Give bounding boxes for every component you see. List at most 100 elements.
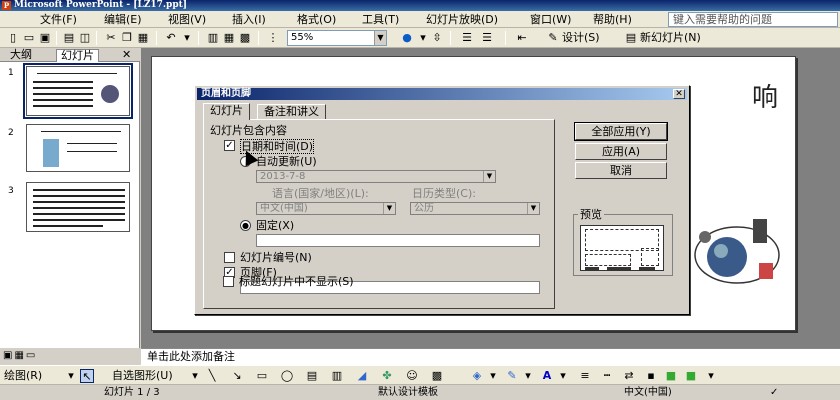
window-title: Microsoft PowerPoint - [LZ17.ppt] [14,0,188,10]
menu-bar: 文件(F) 编辑(E) 视图(V) 插入(I) 格式(O) 工具(T) 幻灯片放… [0,11,840,28]
no-title-slide-label[interactable]: 标题幻灯片中不显示(S) [239,275,354,288]
oval-icon[interactable]: ◯ [280,369,294,383]
help-search-input[interactable]: 键入需要帮助的问题 [668,12,838,27]
design-button[interactable]: 设计(S) [562,31,600,45]
chevron-down-icon: ▼ [483,171,495,182]
wordart-icon[interactable]: ◢ [355,369,369,383]
line-style-icon[interactable]: ≡ [578,369,592,383]
menu-edit[interactable]: 编辑(E) [104,13,142,26]
apply-all-button[interactable]: 全部应用(Y) [574,122,668,141]
slide-thumbnail-1[interactable] [23,63,133,119]
decrease-indent-icon[interactable]: ⇤ [515,31,529,45]
insert-picture-icon[interactable]: ▩ [238,31,252,45]
arrow-icon[interactable]: ↘ [230,369,244,383]
help-dropdown-icon[interactable]: ▾ [416,31,430,45]
menu-help[interactable]: 帮助(H) [593,13,632,26]
fixed-date-input[interactable] [256,234,540,247]
open-icon[interactable]: ▭ [22,31,36,45]
shadow-icon[interactable]: ▪ [644,369,658,383]
save-icon[interactable]: ▣ [38,31,52,45]
print-preview-icon[interactable]: ◫ [78,31,92,45]
language-select: 中文(中国) ▼ [256,202,396,215]
picture-icon[interactable]: ▩ [430,369,444,383]
autoshapes-dropdown-icon[interactable]: ▾ [188,369,202,383]
apply-button[interactable]: 应用(A) [575,143,667,160]
menu-tools[interactable]: 工具(T) [362,13,399,26]
clipart-icon[interactable]: ☺ [405,369,419,383]
slide-sorter-icon[interactable]: ▦ [14,350,25,361]
insert-table-icon[interactable]: ▦ [222,31,236,45]
font-color-icon[interactable]: A [540,369,554,383]
slide-thumbnail-3[interactable] [26,182,130,232]
menu-file[interactable]: 文件(F) [40,13,77,26]
help-icon[interactable]: ● [400,31,414,45]
normal-view-icon[interactable]: ▣ [3,350,14,361]
view-buttons: ▣▦▭ [0,348,141,365]
language-value: 中文(中国) [260,203,308,214]
3d-settings-icon[interactable]: ■ [684,369,698,383]
window-title-bar: P Microsoft PowerPoint - [LZ17.ppt] [0,0,840,11]
zoom-select[interactable]: 55% ▼ [287,30,387,46]
toolbar-overflow-icon[interactable]: ▾ [704,369,718,383]
select-pointer-icon[interactable]: ↖ [80,369,94,383]
cut-icon[interactable]: ✂ [104,31,118,45]
numbering-icon[interactable]: ☰ [460,31,474,45]
vertical-textbox-icon[interactable]: ▥ [330,369,344,383]
menu-view[interactable]: 视图(V) [168,13,206,26]
fixed-radio[interactable]: ● [240,220,251,231]
fill-color-icon[interactable]: ◈ [470,369,484,383]
close-icon[interactable]: ✕ [673,89,685,99]
line-color-dropdown-icon[interactable]: ▾ [521,369,535,383]
panel-tabs: 大纲 幻灯片 ✕ [0,48,140,62]
line-color-icon[interactable]: ✎ [505,369,519,383]
slide-thumbnail-2[interactable] [26,124,130,172]
tab-outline[interactable]: 大纲 [6,49,36,62]
menu-insert[interactable]: 插入(I) [232,13,266,26]
menu-slideshow[interactable]: 幻灯片放映(D) [426,13,498,26]
tab-notes-handouts[interactable]: 备注和讲义 [257,104,326,119]
arrow-style-icon[interactable]: ⇄ [622,369,636,383]
bullets-icon[interactable]: ☰ [480,31,494,45]
no-title-slide-checkbox[interactable] [223,276,234,287]
grid-icon[interactable]: ⋮ [266,31,280,45]
print-icon[interactable]: ▤ [62,31,76,45]
slide-clipart-image [694,219,780,284]
tab-slides[interactable]: 幻灯片 [56,49,99,62]
cancel-button[interactable]: 取消 [575,162,667,179]
paste-icon[interactable]: ▦ [136,31,150,45]
toolbar-options-icon[interactable]: ⇳ [430,31,444,45]
menu-format[interactable]: 格式(O) [297,13,336,26]
new-slide-icon[interactable]: ▤ [624,31,638,45]
textbox-icon[interactable]: ▤ [305,369,319,383]
notes-pane[interactable]: 单击此处添加备注 [141,348,840,365]
tab-slide[interactable]: 幻灯片 [203,103,250,120]
copy-icon[interactable]: ❐ [120,31,134,45]
draw-menu-button[interactable]: 绘图(R) [4,369,42,383]
line-icon[interactable]: ╲ [205,369,219,383]
font-color-dropdown-icon[interactable]: ▾ [556,369,570,383]
date-time-checkbox[interactable]: ✓ [224,140,235,151]
dash-style-icon[interactable]: ┅ [600,369,614,383]
slide-number-checkbox[interactable] [224,252,235,263]
autoshapes-button[interactable]: 自选图形(U) [112,369,173,383]
close-icon[interactable]: ✕ [118,49,135,62]
group-label: 幻灯片包含内容 [210,124,287,137]
undo-icon[interactable]: ↶ [164,31,178,45]
3d-style-icon[interactable]: ■ [664,369,678,383]
new-document-icon[interactable]: ▯ [6,31,20,45]
insert-chart-icon[interactable]: ▥ [206,31,220,45]
fixed-label[interactable]: 固定(X) [256,219,294,232]
design-icon[interactable]: ✎ [546,31,560,45]
undo-dropdown-icon[interactable]: ▾ [180,31,194,45]
new-slide-button[interactable]: 新幻灯片(N) [640,31,701,45]
draw-dropdown-icon[interactable]: ▾ [64,369,78,383]
slideshow-icon[interactable]: ▭ [26,350,37,361]
menu-window[interactable]: 窗口(W) [530,13,571,26]
chevron-down-icon: ▼ [383,203,395,214]
diagram-icon[interactable]: ✤ [380,369,394,383]
chevron-down-icon[interactable]: ▼ [374,31,386,45]
rectangle-icon[interactable]: ▭ [255,369,269,383]
fill-color-dropdown-icon[interactable]: ▾ [486,369,500,383]
slide-number-label[interactable]: 幻灯片编号(N) [240,251,312,264]
auto-update-label[interactable]: 自动更新(U) [256,155,317,168]
